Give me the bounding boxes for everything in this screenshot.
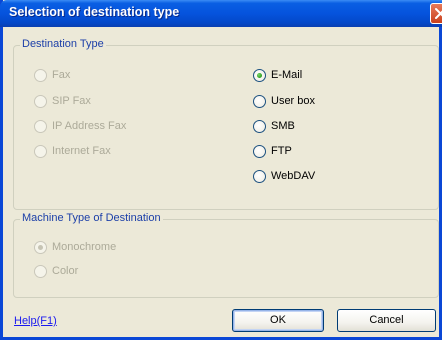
- radio-label-monochrome: Monochrome: [52, 241, 117, 253]
- help-link[interactable]: Help(F1): [14, 315, 57, 327]
- radio-selected-dot: [38, 245, 43, 250]
- radio-selected-dot: [257, 73, 262, 78]
- radio-label-sip-fax: SIP Fax: [52, 95, 91, 107]
- radio-label-ip-address-fax: IP Address Fax: [52, 120, 127, 132]
- radio-circle: [253, 145, 266, 158]
- close-button[interactable]: [430, 3, 442, 24]
- machine-type-group: Machine Type of Destination Monochrome C…: [13, 212, 439, 298]
- radio-circle: [34, 69, 47, 82]
- radio-circle: [34, 145, 47, 158]
- radio-circle: [34, 95, 47, 108]
- radio-circle: [34, 120, 47, 133]
- close-icon: [435, 8, 442, 19]
- window-title: Selection of destination type: [9, 5, 180, 19]
- radio-label-user-box: User box: [271, 95, 316, 107]
- radio-label-color: Color: [52, 265, 79, 277]
- radio-label-smb: SMB: [271, 120, 295, 132]
- radio-circle: [253, 120, 266, 133]
- radio-circle: [253, 95, 266, 108]
- radio-circle: [253, 170, 266, 183]
- cancel-button[interactable]: Cancel: [337, 309, 436, 332]
- destination-type-legend: Destination Type: [20, 38, 106, 50]
- radio-circle: [34, 265, 47, 278]
- radio-label-fax: Fax: [52, 69, 71, 81]
- radio-circle: [253, 69, 266, 82]
- ok-button[interactable]: OK: [232, 309, 324, 332]
- destination-type-group: Destination Type Fax SIP Fax IP Address …: [13, 38, 439, 210]
- machine-type-legend: Machine Type of Destination: [20, 212, 163, 224]
- radio-label-webdav: WebDAV: [271, 170, 316, 182]
- radio-label-internet-fax: Internet Fax: [52, 145, 111, 157]
- title-bar[interactable]: Selection of destination type: [0, 0, 442, 27]
- dialog-window: Selection of destination type Destinatio…: [0, 0, 442, 340]
- radio-label-ftp: FTP: [271, 145, 292, 157]
- radio-label-email: E-Mail: [271, 69, 303, 81]
- radio-circle: [34, 241, 47, 254]
